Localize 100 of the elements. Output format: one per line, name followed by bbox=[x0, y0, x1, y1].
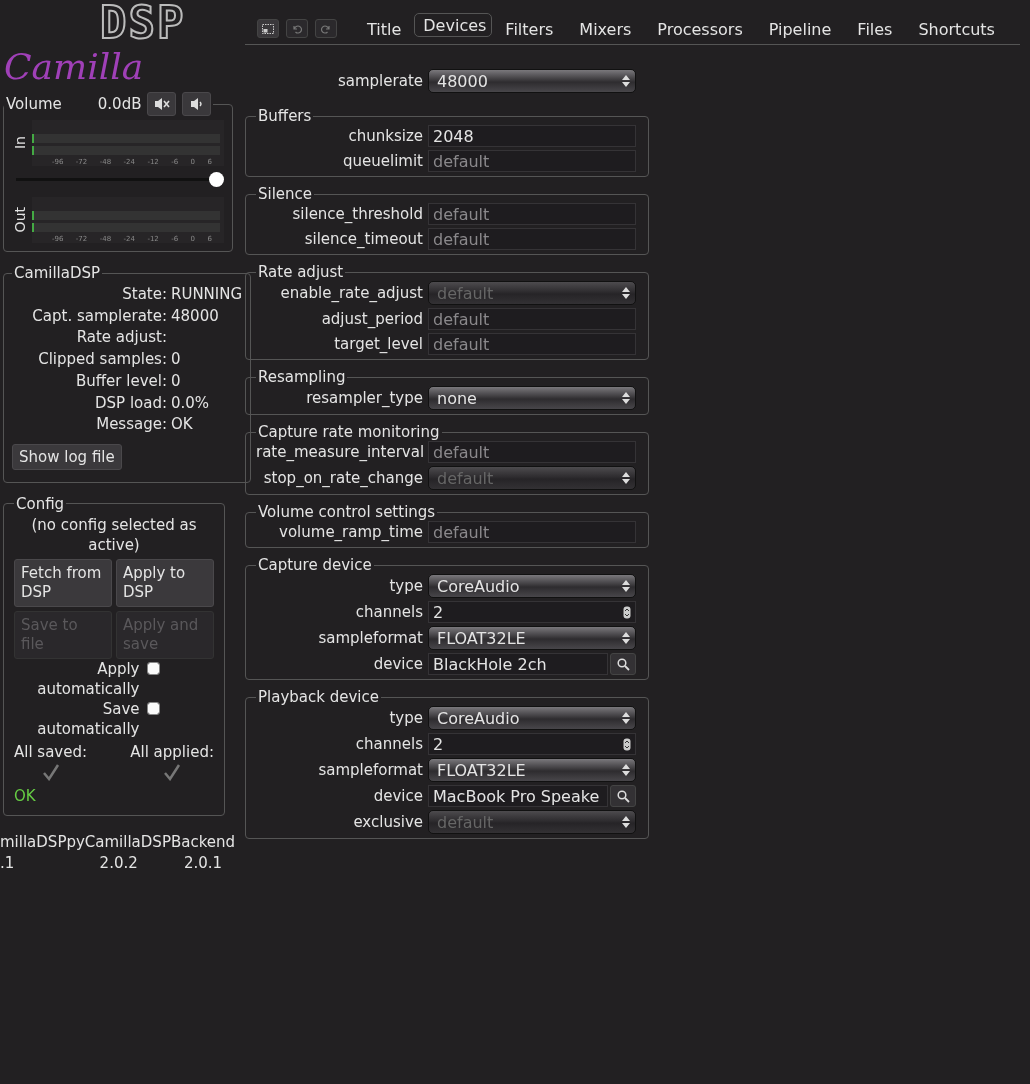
select-field[interactable]: none bbox=[428, 386, 636, 410]
updown-arrow-icon bbox=[622, 579, 630, 593]
config-note: (no config selected as active) bbox=[30, 514, 198, 555]
status-label: State: bbox=[121, 284, 167, 305]
field-label: resampler_type bbox=[305, 389, 423, 407]
meter-label: Out bbox=[12, 207, 28, 233]
tab[interactable]: Title bbox=[354, 13, 415, 45]
status-label: Capt. samplerate: bbox=[31, 305, 167, 327]
text-field[interactable]: default bbox=[428, 308, 636, 330]
section-title: Capture rate monitoring bbox=[257, 423, 441, 441]
text-field[interactable]: default bbox=[428, 441, 636, 463]
tab[interactable]: Mixers bbox=[566, 13, 645, 45]
field-label: channels bbox=[354, 603, 423, 621]
status-value: 0 bbox=[171, 349, 182, 371]
config-button[interactable]: Fetch from DSP bbox=[14, 558, 112, 607]
field-label: silence_threshold bbox=[291, 205, 423, 223]
version-name: pyCamillaDSP bbox=[66, 831, 171, 853]
checkbox[interactable] bbox=[147, 662, 159, 674]
field-label: stop_on_rate_change bbox=[262, 469, 423, 487]
field-label: type bbox=[388, 577, 423, 595]
status-value: RUNNING bbox=[171, 284, 243, 305]
tab[interactable]: Processors bbox=[644, 13, 756, 45]
section-title: Resampling bbox=[257, 368, 347, 386]
field-label: device bbox=[372, 787, 423, 805]
search-icon bbox=[616, 657, 630, 671]
section-title: Silence bbox=[257, 185, 314, 203]
field-label: volume_ramp_time bbox=[278, 523, 423, 541]
status-title: CamillaDSP bbox=[13, 264, 102, 282]
field-label: silence_timeout bbox=[303, 230, 423, 248]
field-label: exclusive bbox=[352, 813, 423, 831]
stepper-icon bbox=[623, 737, 631, 751]
search-icon bbox=[616, 789, 630, 803]
text-field[interactable]: default bbox=[428, 150, 636, 172]
config-title: Config bbox=[15, 494, 66, 513]
checkbox-label: Save automatically bbox=[36, 698, 140, 739]
tab[interactable]: Files bbox=[844, 13, 906, 45]
field-label: enable_rate_adjust bbox=[279, 284, 423, 302]
status-label: Buffer level: bbox=[74, 370, 167, 392]
config-button[interactable]: Apply to DSP bbox=[116, 558, 214, 607]
config-message: OK bbox=[14, 786, 37, 805]
updown-arrow-icon bbox=[622, 763, 630, 777]
version-number: 2.0.1 bbox=[183, 852, 223, 874]
logo-block-text: DSP bbox=[100, 0, 186, 46]
field-label: chunksize bbox=[347, 127, 423, 145]
meter-label: In bbox=[12, 136, 28, 150]
field-label: queuelimit bbox=[342, 152, 423, 170]
status-value: 0.0% bbox=[171, 392, 211, 414]
number-field[interactable]: 2 bbox=[428, 601, 636, 623]
status-label: Message: bbox=[95, 414, 167, 436]
status-value: OK bbox=[171, 414, 194, 436]
samplerate-select[interactable]: 48000 bbox=[428, 69, 636, 93]
speaker-muted-icon bbox=[153, 97, 170, 111]
updown-arrow-icon bbox=[622, 815, 630, 829]
device-field[interactable]: MacBook Pro Speake bbox=[428, 785, 608, 807]
text-field[interactable]: default bbox=[428, 521, 636, 543]
redo-icon bbox=[321, 23, 331, 34]
stepper-icon bbox=[623, 605, 631, 619]
select-field[interactable]: CoreAudio bbox=[428, 574, 636, 598]
indicator-label: All applied: bbox=[130, 742, 214, 761]
field-label: target_level bbox=[333, 335, 423, 353]
volume-title: Volume bbox=[6, 95, 62, 113]
field-label: channels bbox=[354, 735, 423, 753]
section-title: Buffers bbox=[257, 107, 313, 125]
device-field[interactable]: BlackHole 2ch bbox=[428, 653, 608, 675]
field-label: rate_measure_interval bbox=[256, 443, 423, 461]
updown-arrow-icon bbox=[622, 631, 630, 645]
field-label: type bbox=[388, 709, 423, 727]
tab[interactable]: Devices bbox=[414, 13, 493, 37]
tab[interactable]: Shortcuts bbox=[905, 13, 1008, 45]
updown-arrow-icon bbox=[622, 471, 630, 485]
tab[interactable]: Filters bbox=[492, 13, 567, 45]
mute-button[interactable] bbox=[147, 92, 177, 116]
version-number: .1 bbox=[0, 852, 15, 874]
search-button[interactable] bbox=[610, 653, 636, 675]
field-label: adjust_period bbox=[320, 310, 423, 328]
redo-button[interactable] bbox=[315, 19, 337, 38]
screen-button[interactable] bbox=[257, 19, 279, 38]
text-field[interactable]: default bbox=[428, 228, 636, 250]
text-field[interactable]: 2048 bbox=[428, 125, 636, 147]
select-field[interactable]: FLOAT32LE bbox=[428, 626, 636, 650]
updown-arrow-icon bbox=[622, 74, 630, 88]
screen-icon bbox=[262, 23, 274, 34]
select-field[interactable]: CoreAudio bbox=[428, 706, 636, 730]
text-field[interactable]: default bbox=[428, 333, 636, 355]
unmute-button[interactable] bbox=[182, 92, 212, 116]
show-log-button[interactable]: Show log file bbox=[12, 443, 122, 470]
search-button[interactable] bbox=[610, 785, 636, 807]
field-label: sampleformat bbox=[317, 629, 423, 647]
field-label: sampleformat bbox=[317, 761, 423, 779]
version-name: Backend bbox=[170, 831, 236, 853]
updown-arrow-icon bbox=[622, 391, 630, 405]
status-value: 48000 bbox=[171, 305, 220, 327]
undo-button[interactable] bbox=[286, 19, 308, 38]
tab[interactable]: Pipeline bbox=[755, 13, 845, 45]
status-value: 0 bbox=[171, 370, 182, 392]
checkbox[interactable] bbox=[147, 702, 159, 714]
number-field[interactable]: 2 bbox=[428, 733, 636, 755]
text-field[interactable]: default bbox=[428, 203, 636, 225]
select-field[interactable]: FLOAT32LE bbox=[428, 758, 636, 782]
volume-reading: 0.0dB bbox=[97, 95, 142, 113]
